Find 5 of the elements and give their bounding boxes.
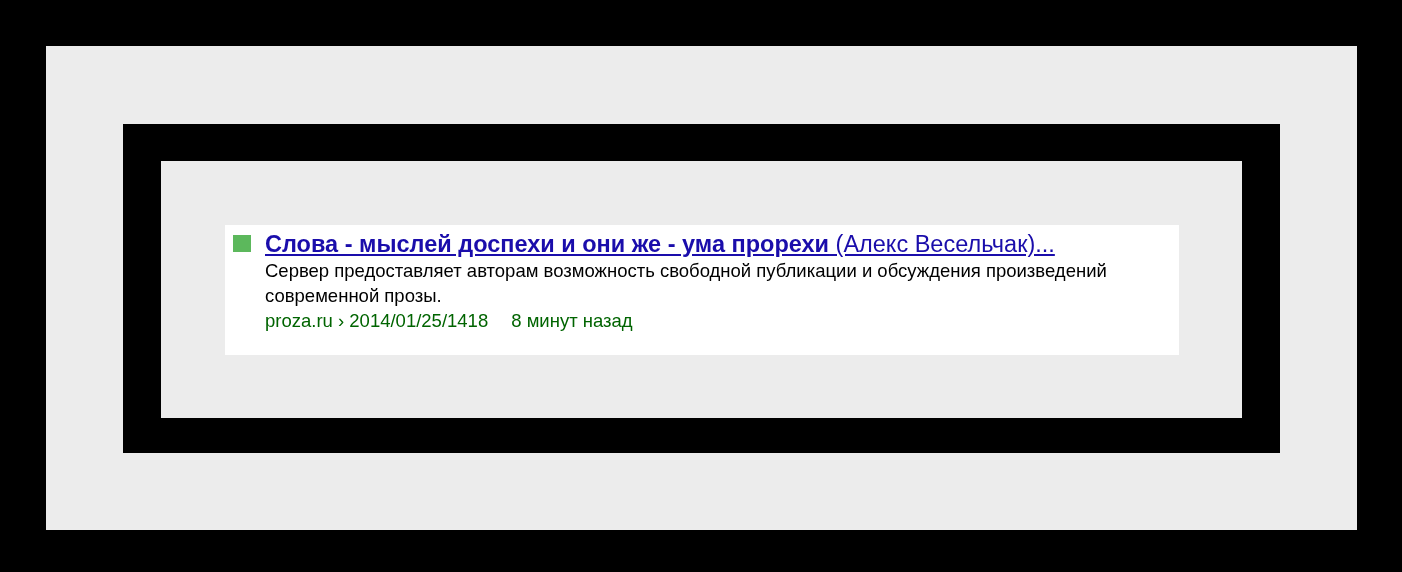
result-url: proza.ru › 2014/01/25/1418 [265, 309, 489, 333]
result-title-link[interactable]: Слова - мыслей доспехи и они же - ума прорехи (Алекс Весельчак)... [265, 231, 1055, 257]
result-time: 8 минут назад [511, 309, 633, 333]
result-snippet: Сервер предоставляет авторам возможность свободной публикации и обсуждения произведений современной прозы. [265, 259, 1108, 308]
square-icon [233, 235, 251, 252]
